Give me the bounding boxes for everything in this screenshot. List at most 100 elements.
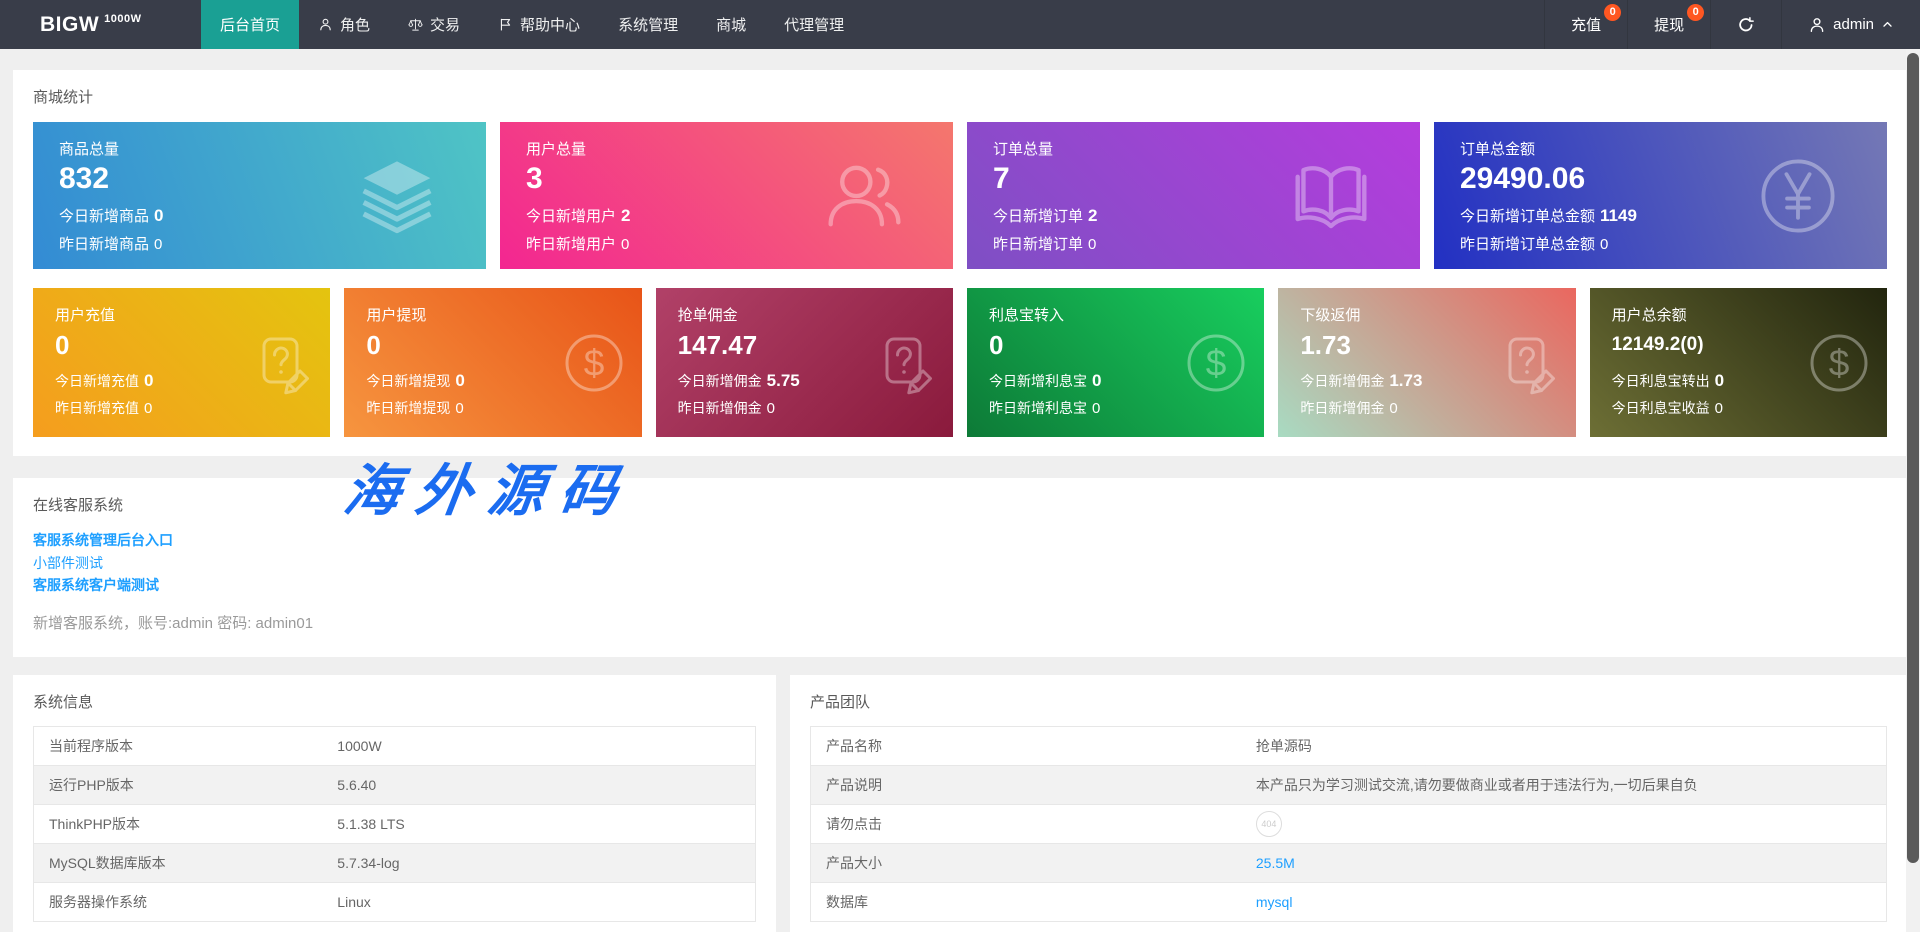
stat-card: 用户提现 0 今日新增提现 0 昨日新增提现 0 $ [344,288,642,437]
recharge-badge: 0 [1604,4,1622,21]
card-line-label: 今日新增提现 [366,373,451,389]
table-value-cell: mysql [1240,882,1887,922]
card-line-label: 今日新增订单总金额 [1460,208,1596,225]
card-line-value: 0 [1714,371,1725,390]
vertical-scrollbar[interactable] [1906,49,1920,932]
table-row: MySQL数据库版本 5.7.34-log [33,843,756,883]
service-link-2[interactable]: 客服系统客户端测试 [33,574,1887,597]
nav-item-label: 交易 [430,17,461,34]
refresh-icon [1737,16,1755,34]
table-label-text: 产品说明 [826,776,882,793]
card-line-label: 昨日新增充值 [55,400,139,416]
table-value: 5.6.40 [337,776,377,793]
nav-item-label: 后台首页 [220,17,281,34]
card-line-value: 1.73 [1389,371,1423,390]
page: { "navbar": { "logo": "BIGW", "logo_sup"… [0,0,1920,932]
table-label: 当前程序版本 [33,726,323,766]
stat-card: 下级返佣 1.73 今日新增佣金 1.73 昨日新增佣金 0 [1278,288,1576,437]
card-line-label: 昨日新增佣金 [1300,400,1385,416]
user-menu[interactable]: admin [1781,0,1920,49]
nav-item-label: 角色 [340,17,371,34]
card-line-label: 今日新增利息宝 [989,373,1087,389]
stat-card: 订单总量 7 今日新增订单 2 昨日新增订单 0 [967,122,1420,269]
card-line-value: 0 [1714,400,1723,417]
nav-item-label: 代理管理 [784,17,845,34]
card-line-label: 昨日新增订单 [993,236,1084,253]
table-value-link[interactable]: mysql [1256,894,1293,910]
card-line-yesterday: 昨日新增佣金 0 [1300,398,1575,418]
404-badge[interactable]: 404 [1255,810,1282,837]
card-line-label: 今日新增充值 [55,373,139,389]
logo-version: 1000W [104,12,142,25]
table-label: ThinkPHP版本 [33,804,323,844]
stat-card: 用户总量 3 今日新增用户 2 昨日新增用户 0 [500,122,953,269]
stat-card: 抢单佣金 147.47 今日新增佣金 5.75 昨日新增佣金 0 [655,288,953,437]
service-link-1[interactable]: 小部件测试 [33,552,1887,575]
stats-cards-row1: 商品总量 832 今日新增商品 0 昨日新增商品 0 用户总量 3 今日新增用户 2 昨日新增用户 0… [33,122,1887,269]
table-label: MySQL数据库版本 [33,843,323,883]
table-value-cell: 5.7.34-log [322,843,756,883]
table-label-text: 请勿点击 [826,815,882,832]
nav-item-2[interactable]: 交易 [389,0,479,49]
card-line-yesterday: 昨日新增提现 0 [366,398,641,418]
card-title: 用户充值 [55,307,116,324]
card-line-value: 0 [766,400,775,417]
card-title: 抢单佣金 [677,307,738,324]
recharge-button[interactable]: 充值 0 [1544,0,1627,49]
stat-card: 用户总余额 12149.2(0) 今日利息宝转出 0 今日利息宝收益 0 $ [1589,288,1887,437]
table-value: 本产品只为学习测试交流,请勿要做商业或者用于违法行为,一切后果自负 [1255,776,1698,793]
doc-question-icon [250,331,314,395]
table-label: 数据库 [810,882,1241,922]
card-title: 利息宝转入 [989,307,1065,324]
card-line-value: 0 [1092,400,1101,417]
table-row: ThinkPHP版本 5.1.38 LTS [33,804,756,844]
nav-item-6[interactable]: 代理管理 [765,0,863,49]
card-line-label: 今日新增商品 [59,208,150,225]
table-value-link[interactable]: 25.5M [1256,855,1295,871]
table-value: Linux [337,893,371,910]
table-value-cell: 抢单源码 [1240,726,1887,766]
yen-circle-icon [1757,155,1839,237]
card-line-label: 昨日新增提现 [366,400,451,416]
service-link-0[interactable]: 客服系统管理后台入口 [33,529,1887,552]
card-line-yesterday: 昨日新增佣金 0 [678,398,953,418]
table-value-cell: 25.5M [1240,843,1887,883]
scrollbar-thumb[interactable] [1907,53,1919,863]
table-label: 服务器操作系统 [33,882,323,922]
system-info-table: 当前程序版本 1000W 运行PHP版本 5.6.40 ThinkPHP版本 5.1.38… [33,725,756,922]
table-label-text: 产品大小 [826,854,882,871]
nav-item-3[interactable]: 帮助中心 [479,0,599,49]
card-line-value: 5.75 [766,371,800,390]
nav-item-4[interactable]: 系统管理 [599,0,697,49]
card-line-value: 0 [621,236,630,253]
table-value: 1000W [337,737,382,754]
card-line-label: 今日新增订单 [993,208,1084,225]
person-icon [1808,16,1826,34]
chevron-up-icon [1881,18,1894,31]
product-team-title: 产品团队 [810,693,871,711]
top-navbar: BIGW 1000W 后台首页 角色 交易 帮助中心 系统管理 商城 代理管理 充值 0 提… [0,0,1920,49]
table-value-cell: 5.6.40 [322,765,756,805]
table-label-text: MySQL数据库版本 [49,854,166,871]
refresh-button[interactable] [1710,0,1781,49]
withdraw-button[interactable]: 提现 0 [1627,0,1710,49]
nav-item-1[interactable]: 角色 [299,0,389,49]
card-line-value: 0 [455,371,465,390]
doc-question-icon [873,331,937,395]
card-line-value: 0 [154,206,164,225]
card-line-label: 昨日新增佣金 [677,400,762,416]
app-logo[interactable]: BIGW 1000W [0,0,201,49]
username: admin [1833,16,1874,33]
table-label: 产品大小 [810,843,1241,883]
card-line-value: 0 [1092,371,1102,390]
table-row: 产品名称 抢单源码 [810,726,1887,766]
nav-item-5[interactable]: 商城 [697,0,765,49]
nav-item-0[interactable]: 后台首页 [201,0,300,49]
table-label-text: 数据库 [826,893,868,910]
product-team-panel: 产品团队 产品名称 抢单源码产品说明 本产品只为学习测试交流,请勿要做商业或者用于违… [790,674,1907,932]
table-value: 抢单源码 [1255,737,1312,754]
flag-icon [498,17,513,32]
main-menu: 后台首页 角色 交易 帮助中心 系统管理 商城 代理管理 [201,0,863,49]
system-info-title: 系统信息 [33,693,94,711]
card-line-value: 0 [144,400,153,417]
